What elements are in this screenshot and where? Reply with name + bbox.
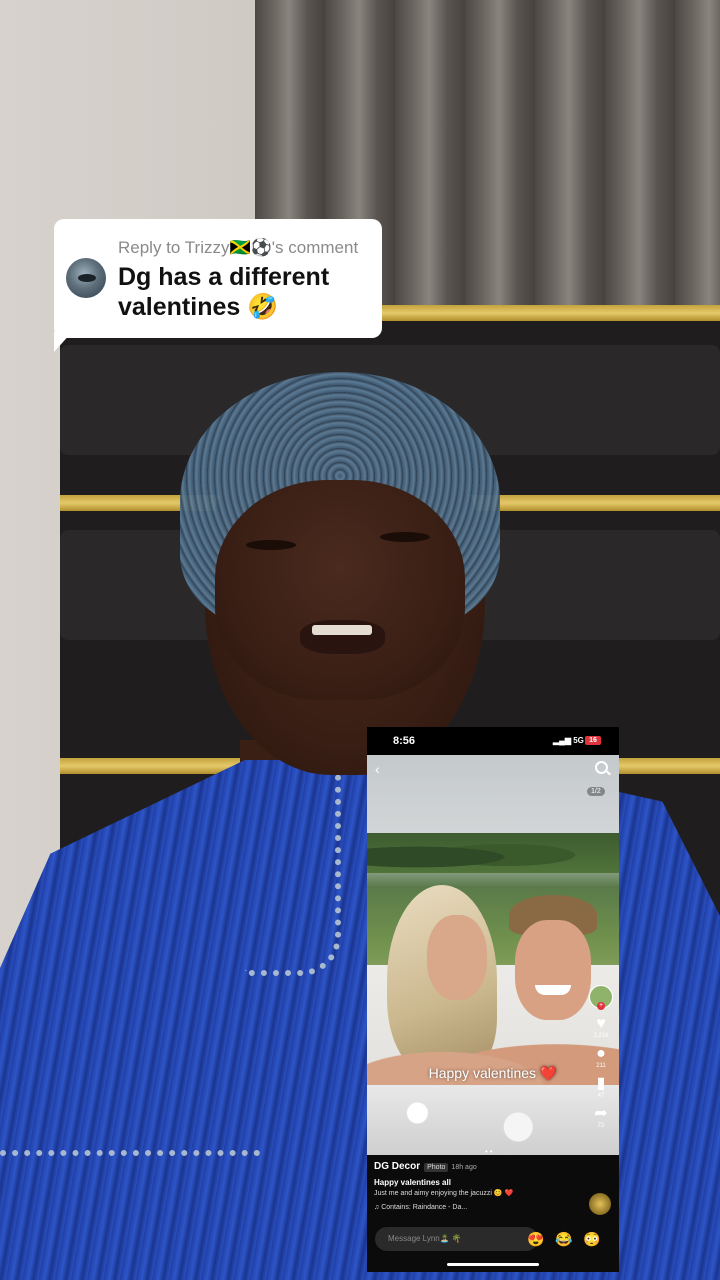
follow-plus-icon[interactable]: + [597,1002,605,1010]
embedded-phone-screenshot: 8:56 ▂▄▆ 5G 16 ‹ 1/2 Happy valentines ❤️… [367,727,619,1272]
photo-woman-face [427,915,487,1000]
photo-man-smile [535,985,571,995]
carousel-dots: •• [485,1147,495,1156]
quick-emoji-heart-eyes[interactable]: 😍 [527,1231,544,1248]
comment-button[interactable]: ● 211 [587,1045,615,1069]
bookmark-icon: ▮ [596,1075,606,1092]
search-icon[interactable] [595,761,608,774]
photo-caption-text: Happy valentines [428,1065,537,1081]
robe-trim [0,1150,260,1216]
share-button[interactable]: ➦ 72 [587,1105,615,1129]
like-button[interactable]: ♥ 2,216 [587,1015,615,1039]
heart-icon: ♥ [596,1015,606,1032]
share-icon: ➦ [594,1105,608,1122]
quick-emoji-flushed[interactable]: 😳 [583,1231,600,1248]
action-rail: + ♥ 2,216 ● 211 ▮ 47 ➦ 72 [587,985,615,1135]
signal-icon: ▂▄▆ 5G [553,736,584,745]
home-indicator [447,1263,539,1266]
reply-comment-text: Dg has a different valentines 🤣 [118,263,330,321]
back-icon[interactable]: ‹ [375,761,380,777]
person-face-area [215,480,465,700]
comment-count: 211 [596,1063,606,1069]
message-input[interactable]: Message Lynn🏝️ 🌴 [375,1227,538,1251]
commenter-avatar[interactable] [66,258,106,298]
comment-icon: ● [596,1045,606,1062]
network-label: 5G [573,736,584,745]
photo-man-face [515,920,591,1020]
person-eye [246,540,296,550]
quick-emoji-tears-of-joy[interactable]: 😂 [555,1231,572,1248]
photo-counter: 1/2 [587,787,605,796]
reply-sticker-tail [54,332,72,352]
post-title: Happy valentines all [374,1178,451,1187]
like-count: 2,216 [593,1033,609,1039]
share-count: 72 [597,1123,605,1129]
phone-time: 8:56 [393,735,416,747]
author-name[interactable]: DG Decor [374,1161,420,1172]
post-music[interactable]: ♫ Contains: Raindance - Da... [374,1204,467,1211]
music-disc-icon[interactable] [589,1193,611,1215]
robe-trim [245,750,341,976]
post-description: Just me and aimy enjoying the jacuzzi 😊 … [374,1190,514,1197]
heart-emoji: ❤️ [539,1065,558,1081]
photo-bubbles [367,1085,619,1155]
save-button[interactable]: ▮ 47 [587,1075,615,1099]
person-teeth [312,625,372,635]
battery-icon: 16 [585,736,601,745]
save-count: 47 [597,1093,605,1099]
photo-caption: Happy valentines ❤️ [367,1065,619,1082]
post-photo [367,755,619,1155]
person-eye [380,532,430,542]
post-time: 18h ago [451,1164,477,1171]
post-author-line: DG Decor Photo 18h ago [374,1161,477,1172]
photo-trees [367,833,619,873]
author-avatar[interactable]: + [589,985,613,1010]
reply-to-label: Reply to Trizzy🇯🇲⚽'s comment [118,238,359,257]
photo-badge: Photo [424,1163,449,1172]
